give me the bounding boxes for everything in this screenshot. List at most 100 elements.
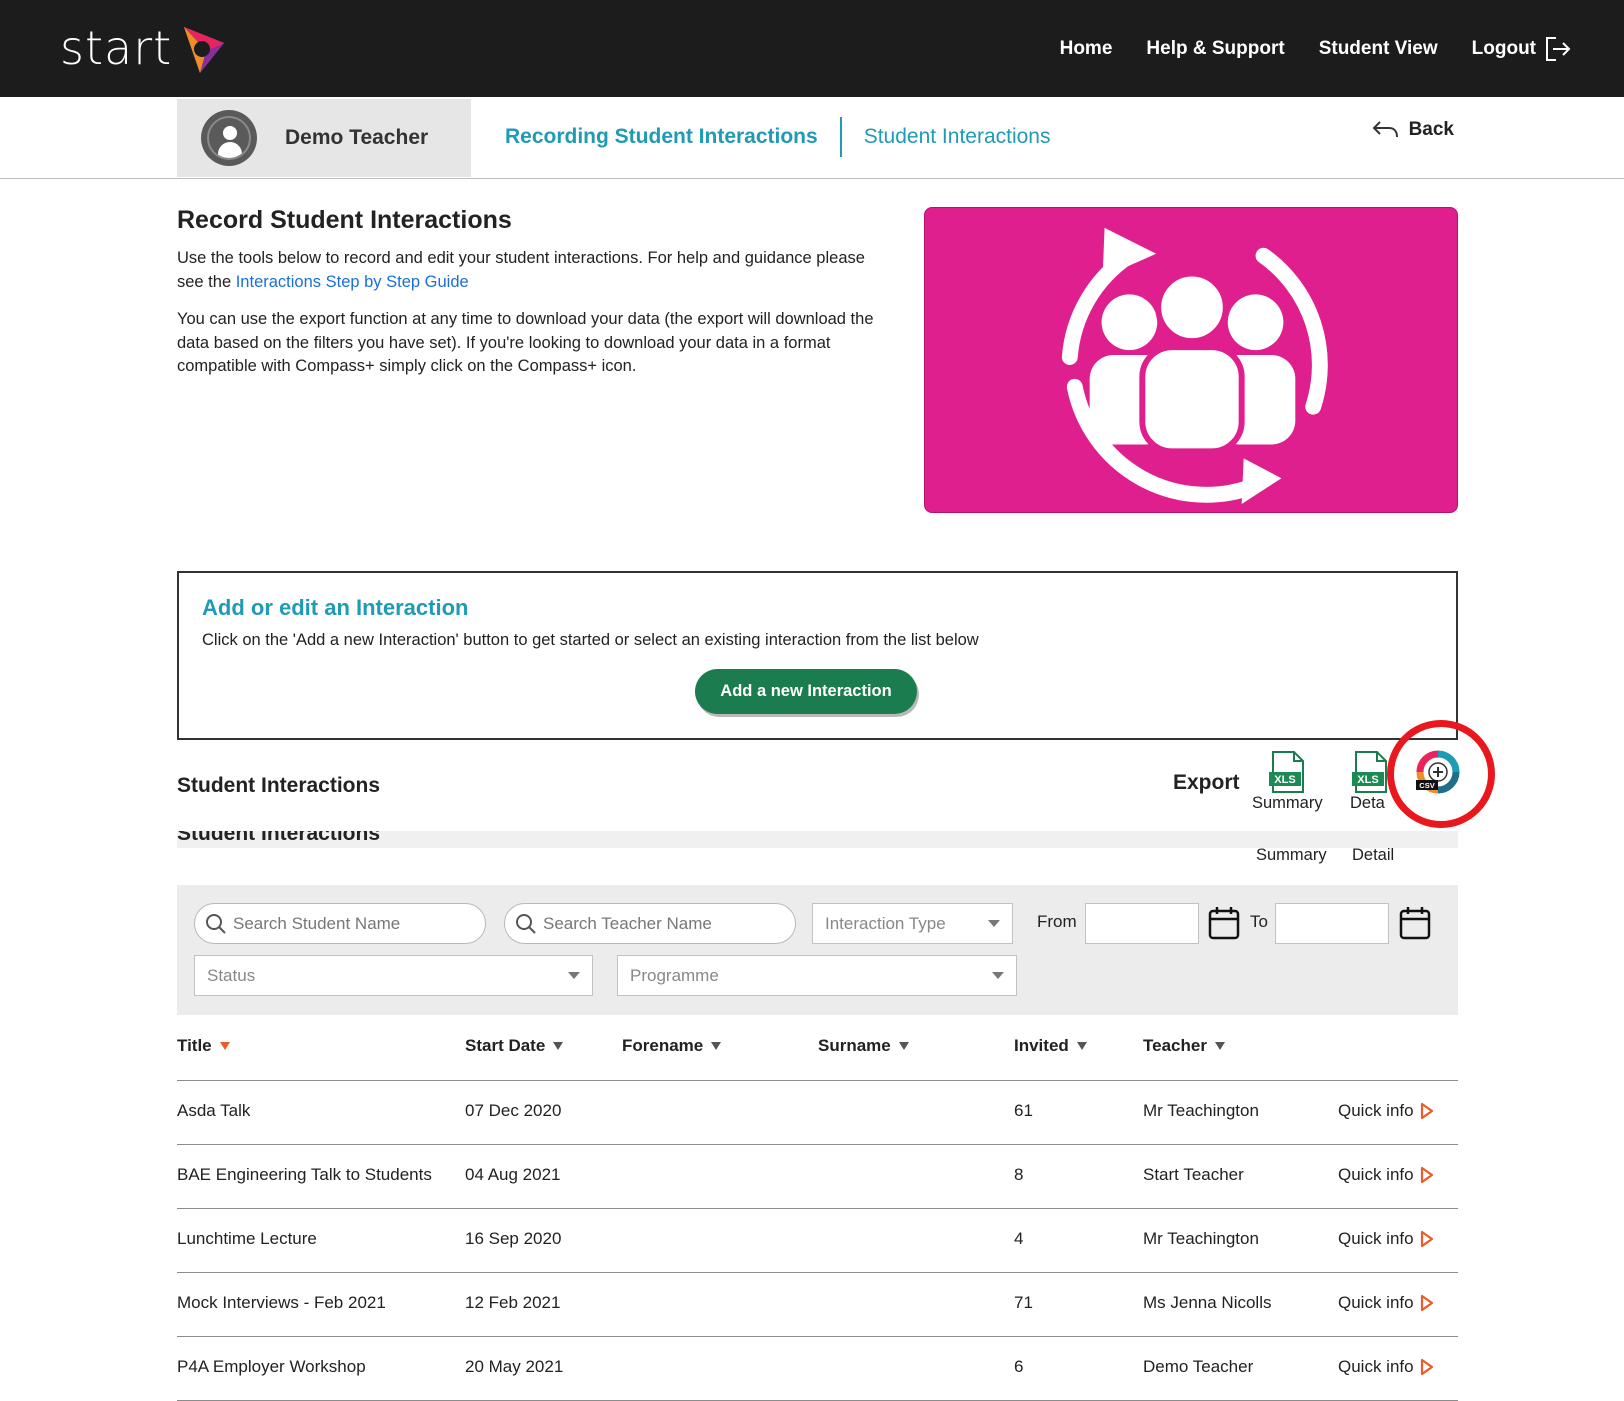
search-icon: [206, 913, 226, 934]
table-row[interactable]: P4A Employer Workshop 20 May 2021 6 Demo…: [177, 1337, 1458, 1401]
nav-student-view[interactable]: Student View: [1319, 38, 1438, 60]
section-title: Student Interactions: [177, 774, 381, 797]
column-header-start-date[interactable]: Start Date: [465, 1036, 564, 1056]
play-icon: [1420, 1358, 1433, 1376]
xls-badge: XLS: [1357, 774, 1378, 786]
ghost-summary-label: Summary: [1256, 846, 1327, 864]
cell-start-date: 04 Aug 2021: [465, 1165, 561, 1184]
cell-title: Asda Talk: [177, 1101, 251, 1120]
intro-paragraph-2: You can use the export function at any t…: [177, 310, 874, 375]
sort-arrow-icon: [1076, 1042, 1087, 1050]
column-header-teacher[interactable]: Teacher: [1143, 1036, 1225, 1056]
to-label: To: [1250, 912, 1268, 931]
cell-invited: 8: [1014, 1165, 1024, 1184]
play-icon: [1420, 1102, 1433, 1120]
xls-file-icon: XLS: [1269, 751, 1305, 793]
quick-info-label: Quick info: [1338, 1357, 1414, 1376]
programme-value: Programme: [630, 965, 719, 985]
sort-arrow-icon: [1214, 1042, 1225, 1050]
column-header-title[interactable]: Title: [177, 1036, 230, 1056]
teacher-name-search-input[interactable]: Search Teacher Name: [504, 903, 796, 944]
cell-start-date: 12 Feb 2021: [465, 1293, 561, 1312]
play-icon: [1420, 1294, 1433, 1312]
add-panel-title: Add or edit an Interaction: [202, 595, 469, 620]
sort-arrow-icon: [711, 1042, 722, 1050]
sub-header: Demo Teacher Recording Student Interacti…: [0, 97, 1624, 179]
cell-start-date: 07 Dec 2020: [465, 1101, 562, 1120]
back-button[interactable]: Back: [1371, 119, 1454, 141]
quick-info-label: Quick info: [1338, 1229, 1414, 1248]
nav-home[interactable]: Home: [1060, 38, 1113, 60]
quick-info-link[interactable]: Quick info: [1338, 1101, 1434, 1121]
status-value: Status: [207, 965, 256, 985]
play-icon: [1420, 1166, 1433, 1184]
column-teacher-label: Teacher: [1143, 1036, 1207, 1055]
highlight-circle: [1387, 720, 1495, 828]
chevron-down-icon: [568, 972, 580, 979]
quick-info-link[interactable]: Quick info: [1338, 1229, 1434, 1249]
interaction-type-select[interactable]: Interaction Type: [812, 903, 1013, 944]
export-summary-button[interactable]: XLS Summary: [1252, 750, 1323, 813]
cell-teacher: Mr Teachington: [1143, 1101, 1259, 1120]
column-header-forename[interactable]: Forename: [622, 1036, 722, 1056]
quick-info-label: Quick info: [1338, 1101, 1414, 1120]
column-header-invited[interactable]: Invited: [1014, 1036, 1087, 1056]
ghost-section-title: Student Interactions: [177, 831, 381, 845]
cell-invited: 4: [1014, 1229, 1024, 1248]
cell-teacher: Demo Teacher: [1143, 1357, 1254, 1376]
cell-teacher: Mr Teachington: [1143, 1229, 1259, 1248]
add-new-interaction-button[interactable]: Add a new Interaction: [695, 669, 917, 714]
student-name-search-input[interactable]: Search Student Name: [194, 903, 486, 944]
start-logo[interactable]: start: [60, 18, 230, 78]
column-forename-label: Forename: [622, 1036, 704, 1055]
sort-arrow-icon: [219, 1042, 230, 1050]
cell-invited: 6: [1014, 1357, 1024, 1376]
cell-title: Mock Interviews - Feb 2021: [177, 1293, 386, 1312]
step-by-step-guide-link[interactable]: Interactions Step by Step Guide: [236, 273, 469, 291]
quick-info-link[interactable]: Quick info: [1338, 1165, 1434, 1185]
search-icon: [516, 913, 536, 934]
cell-title: BAE Engineering Talk to Students: [177, 1165, 432, 1184]
quick-info-link[interactable]: Quick info: [1338, 1357, 1434, 1377]
intro-section: Record Student Interactions Use the tool…: [177, 206, 877, 393]
profile-name: Demo Teacher: [285, 126, 429, 149]
programme-select[interactable]: Programme: [617, 955, 1017, 996]
play-icon: [1420, 1230, 1433, 1248]
to-date-input[interactable]: [1275, 903, 1389, 944]
xls-file-icon: XLS: [1352, 751, 1387, 793]
quick-info-label: Quick info: [1338, 1165, 1414, 1184]
column-header-surname[interactable]: Surname: [818, 1036, 909, 1056]
nav-help-support[interactable]: Help & Support: [1146, 38, 1284, 60]
from-label: From: [1037, 912, 1077, 931]
back-arrow-icon: [1372, 121, 1398, 138]
status-select[interactable]: Status: [194, 955, 593, 996]
tab-recording-student-interactions[interactable]: Recording Student Interactions: [505, 125, 840, 149]
cell-teacher: Start Teacher: [1143, 1165, 1244, 1184]
table-header: Title Start Date Forename Surname Invite…: [177, 1034, 1458, 1081]
tab-student-interactions[interactable]: Student Interactions: [842, 125, 1073, 149]
chevron-down-icon: [988, 920, 1000, 927]
add-interaction-panel: Add or edit an Interaction Click on the …: [177, 571, 1458, 740]
nav-logout[interactable]: Logout: [1472, 35, 1572, 63]
profile-card[interactable]: Demo Teacher: [177, 99, 471, 177]
cell-title: P4A Employer Workshop: [177, 1357, 366, 1376]
table-row[interactable]: BAE Engineering Talk to Students 04 Aug …: [177, 1145, 1458, 1209]
sort-arrow-icon: [553, 1042, 564, 1050]
intro-paragraph-1: Use the tools below to record and edit y…: [177, 247, 877, 294]
from-date-input[interactable]: [1085, 903, 1199, 944]
logout-icon: [1546, 36, 1571, 61]
quick-info-label: Quick info: [1338, 1293, 1414, 1312]
export-detail-label: Deta: [1350, 794, 1385, 812]
table-row[interactable]: Asda Talk 07 Dec 2020 61 Mr Teachington …: [177, 1081, 1458, 1145]
table-row[interactable]: Mock Interviews - Feb 2021 12 Feb 2021 7…: [177, 1273, 1458, 1337]
cell-invited: 71: [1014, 1293, 1033, 1312]
quick-info-link[interactable]: Quick info: [1338, 1293, 1434, 1313]
top-nav: Home Help & Support Student View Logout: [1060, 0, 1572, 97]
cell-start-date: 16 Sep 2020: [465, 1229, 562, 1248]
student-name-placeholder: Search Student Name: [233, 913, 401, 933]
table-row[interactable]: Lunchtime Lecture 16 Sep 2020 4 Mr Teach…: [177, 1209, 1458, 1273]
calendar-icon[interactable]: [1398, 905, 1432, 941]
column-surname-label: Surname: [818, 1036, 891, 1055]
calendar-icon[interactable]: [1207, 905, 1241, 941]
export-summary-label: Summary: [1252, 794, 1323, 812]
